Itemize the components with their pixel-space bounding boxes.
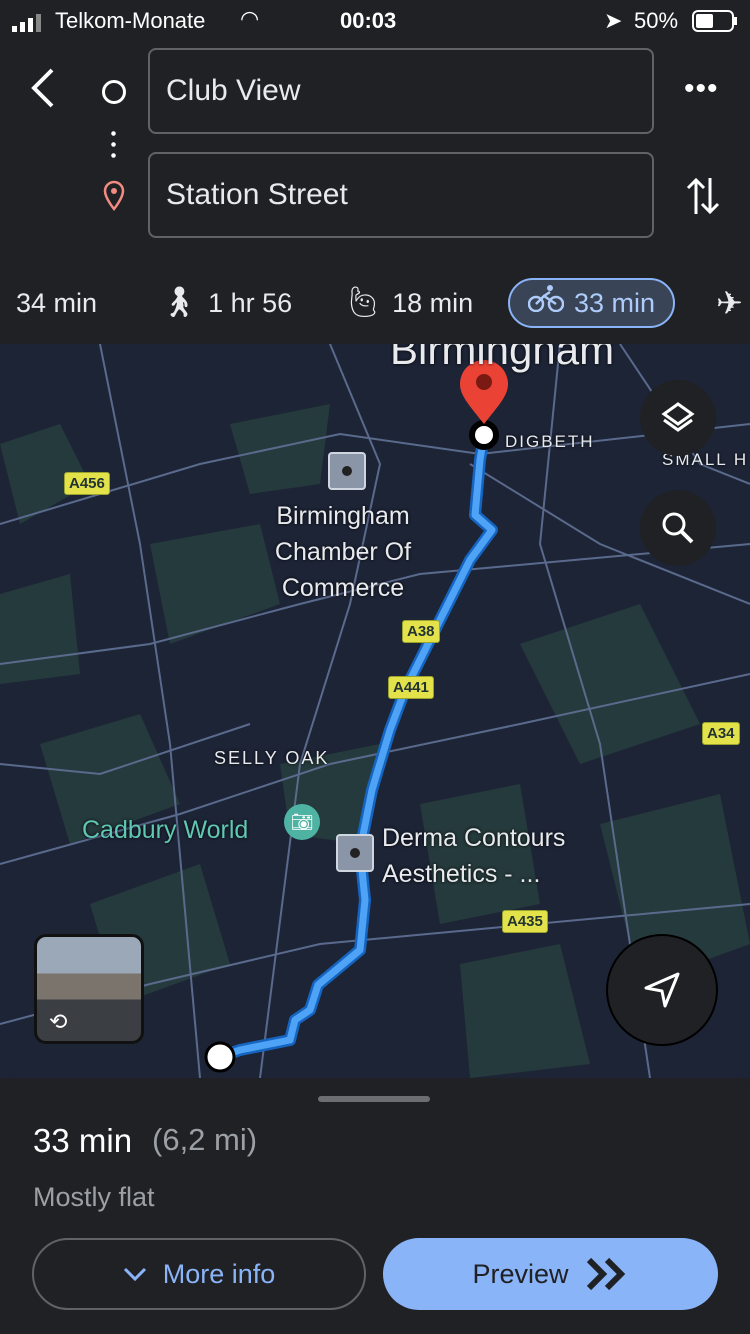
tab-label: 34 min (16, 288, 98, 318)
my-location-button[interactable] (606, 934, 718, 1046)
street-view-thumbnail[interactable]: ⟲ (34, 934, 144, 1044)
more-options-icon[interactable]: ••• (684, 72, 719, 106)
poi-label[interactable]: Aesthetics - ... (382, 860, 540, 889)
road-shield: A38 (402, 620, 440, 643)
chevron-down-icon (123, 1267, 146, 1282)
poi-label[interactable]: Birmingham Chamber Of Commerce (248, 498, 438, 606)
flight-icon: ✈︎ (716, 285, 743, 321)
area-label: DIGBETH (505, 432, 595, 451)
tab-label: 18 min (392, 288, 474, 318)
route-dots-icon (111, 128, 116, 162)
route-duration: 33 min (33, 1122, 133, 1159)
battery-icon (692, 10, 738, 38)
layers-icon (661, 402, 695, 432)
road-shield: A34 (702, 722, 740, 745)
directions-header: Club View Station Street ••• 34 min 🚶︎ 1 … (0, 42, 750, 344)
bicycle-icon (527, 278, 565, 328)
rotate-360-icon: ⟲ (49, 1009, 68, 1034)
map-view[interactable]: Birmingham DIGBETH SMALL H SELLY OAK Bir… (0, 344, 750, 1078)
destination-input[interactable]: Station Street (148, 152, 654, 238)
tab-flight[interactable]: ✈︎ (716, 278, 743, 328)
road-shield: A441 (388, 676, 434, 699)
area-label: SELLY OAK (214, 748, 330, 768)
destination-marker (469, 420, 499, 450)
search-icon (662, 512, 694, 544)
city-label: Birmingham (390, 344, 615, 373)
more-info-label: More info (162, 1258, 276, 1289)
back-button[interactable] (28, 66, 58, 115)
origin-input[interactable]: Club View (148, 48, 654, 134)
tab-walk[interactable]: 🚶︎ 1 hr 56 (160, 278, 292, 328)
tab-ride-hail[interactable]: 🙋︎ 18 min (344, 278, 473, 328)
tab-label: 33 min (574, 288, 656, 318)
poi-marker[interactable] (328, 452, 366, 490)
poi-label[interactable]: Derma Contours (382, 824, 565, 853)
drag-handle[interactable] (318, 1096, 430, 1102)
clock: 00:03 (340, 8, 397, 33)
battery-percent: 50% (634, 8, 679, 33)
road-shield: A435 (502, 910, 548, 933)
camera-poi-icon[interactable]: 📷︎ (284, 804, 320, 840)
search-button[interactable] (640, 490, 716, 566)
swap-icon[interactable] (686, 174, 720, 223)
tab-bicycle[interactable]: 33 min (508, 278, 676, 328)
location-arrow-icon: ➤ (604, 8, 623, 33)
preview-button[interactable]: Preview (383, 1238, 718, 1310)
poi-label[interactable]: Cadbury World (82, 816, 248, 845)
ride-hail-icon: 🙋︎ (344, 286, 383, 319)
elevation-summary: Mostly flat (33, 1182, 155, 1212)
tab-label: 1 hr 56 (208, 288, 293, 318)
status-bar: Telkom-Monate ◠ 00:03 ➤ 50% (0, 0, 750, 42)
origin-circle-icon (102, 80, 126, 104)
destination-pin-icon (102, 180, 126, 217)
route-distance: (6,2 mi) (152, 1122, 258, 1157)
walk-icon: 🚶︎ (160, 286, 199, 319)
poi-marker[interactable] (336, 834, 374, 872)
navigation-arrow-icon (644, 972, 680, 1008)
road-shield: A456 (64, 472, 110, 495)
double-chevron-right-icon (586, 1257, 625, 1291)
travel-mode-tabs: 34 min 🚶︎ 1 hr 56 🙋︎ 18 min 33 min ✈︎ (0, 272, 750, 334)
layers-button[interactable] (640, 380, 716, 456)
wifi-icon: ◠ (240, 6, 260, 31)
more-info-button[interactable]: More info (32, 1238, 366, 1310)
origin-marker (204, 1041, 236, 1073)
preview-label: Preview (472, 1258, 569, 1289)
tab-drive[interactable]: 34 min (16, 278, 97, 328)
signal-icon (12, 12, 46, 38)
carrier: Telkom-Monate (55, 8, 206, 33)
